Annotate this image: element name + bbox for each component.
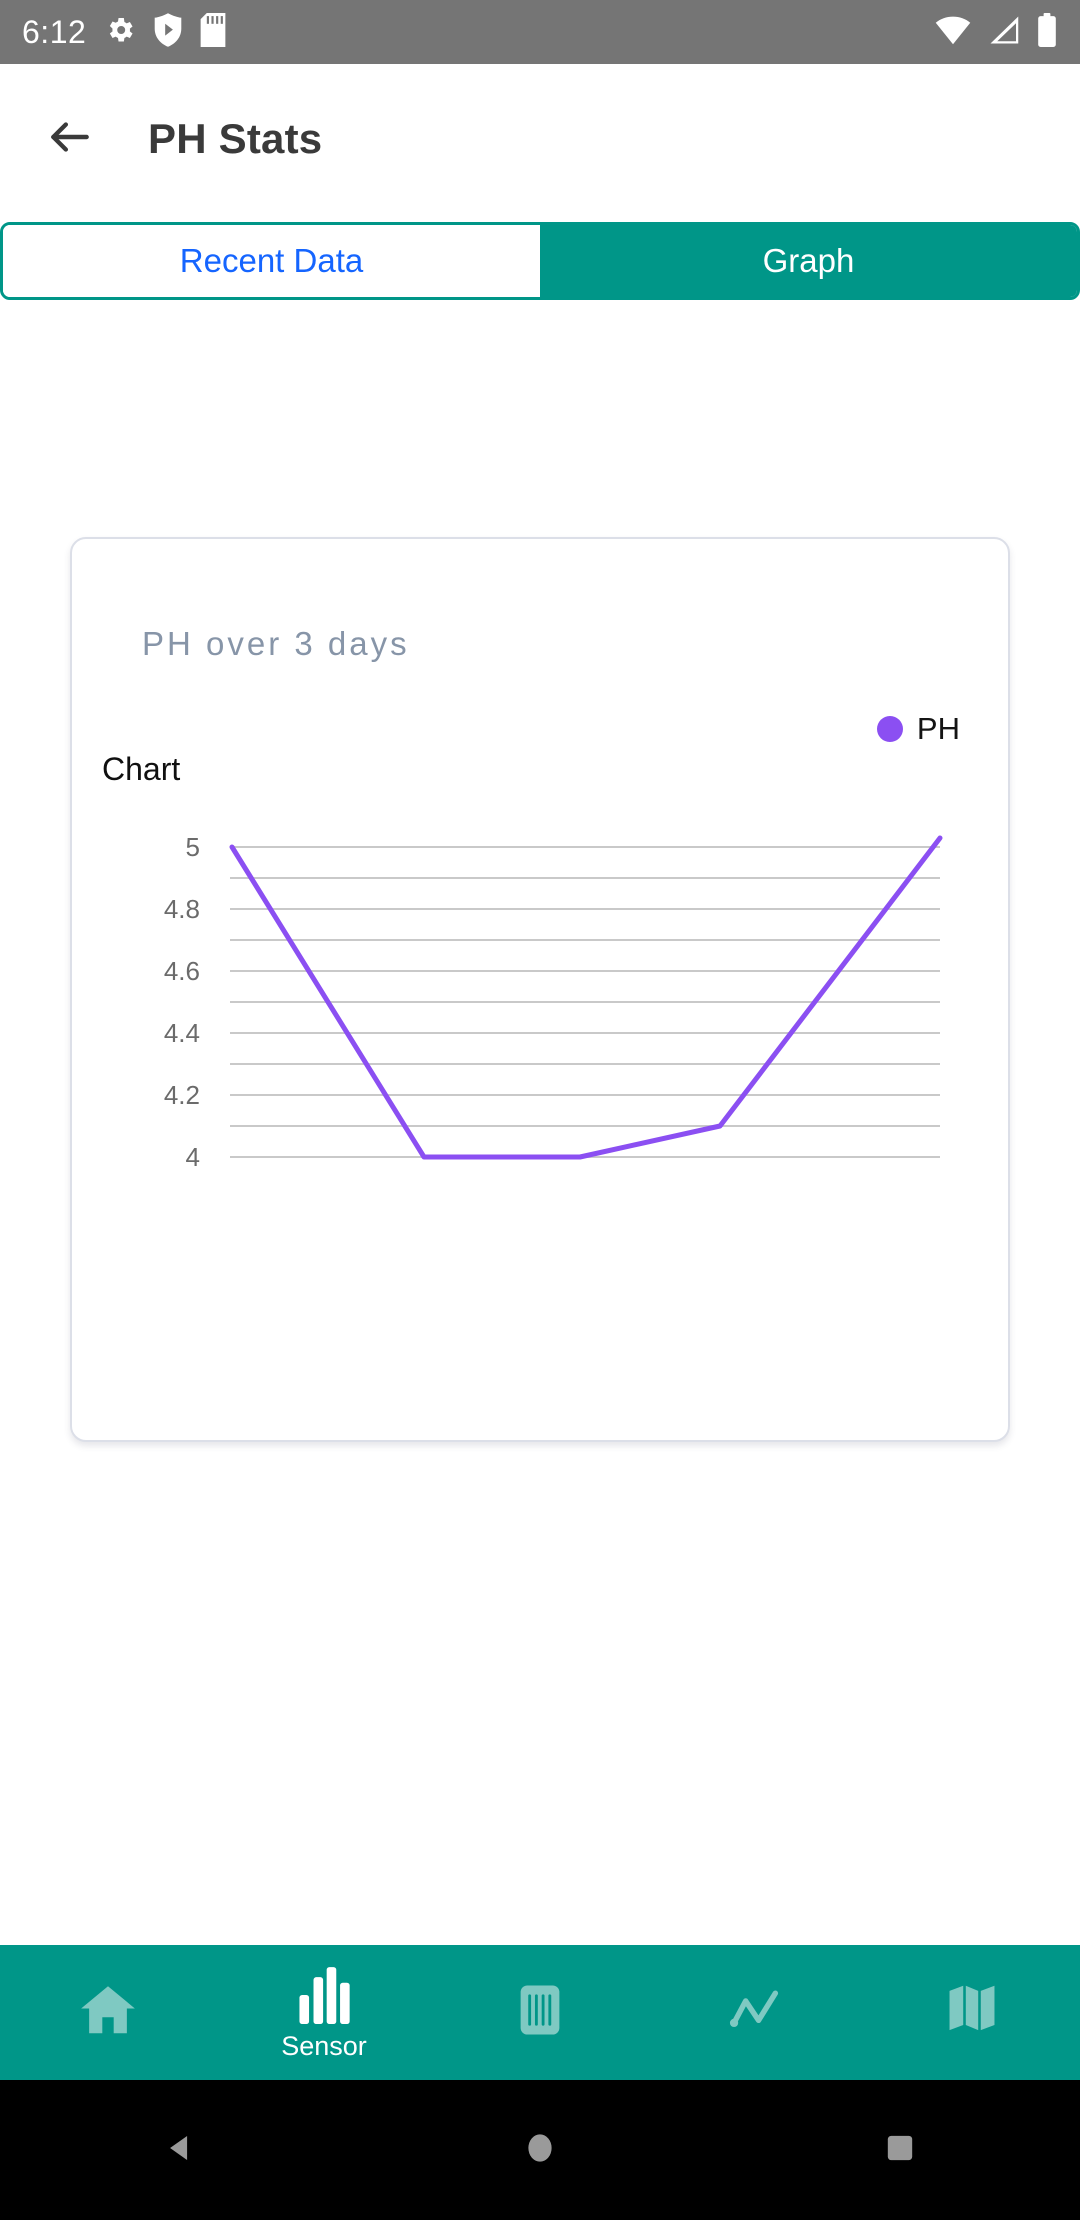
nav-item-trends[interactable] (648, 1945, 864, 2080)
home-icon (77, 1979, 139, 2046)
settings-gear-icon (104, 14, 136, 51)
status-bar-left: 6:12 (22, 12, 226, 52)
tab-bar: Recent Data Graph (0, 222, 1080, 300)
chart-legend: PH (876, 711, 960, 747)
tab-recent-data[interactable]: Recent Data (3, 225, 540, 297)
y-axis-tick-labels: 5 4.8 4.6 4.4 4.2 4 (164, 832, 200, 1172)
nav-item-sensor-label: Sensor (281, 2030, 367, 2061)
status-bar: 6:12 (0, 0, 1080, 64)
bottom-navigation-bar: Sensor (0, 1945, 1080, 2080)
legend-swatch-ph (876, 716, 903, 742)
back-arrow-icon (45, 112, 95, 167)
back-triangle-icon (163, 2131, 197, 2170)
map-icon (941, 1979, 1003, 2046)
series-line-ph (229, 835, 943, 1160)
y-tick-label: 4.2 (164, 1080, 200, 1110)
nav-item-map[interactable] (864, 1945, 1080, 2080)
android-recents-button[interactable] (840, 2080, 960, 2220)
barcode-icon (509, 1979, 571, 2046)
y-tick-label: 4.6 (164, 956, 200, 986)
trending-line-icon (725, 1979, 787, 2046)
bar-chart-icon (297, 1966, 351, 2029)
nav-item-sensor[interactable]: Sensor (216, 1945, 432, 2080)
app-bar: PH Stats (0, 64, 1080, 214)
battery-icon (1036, 12, 1058, 52)
y-tick-label: 4.4 (164, 1018, 200, 1048)
y-tick-label: 5 (186, 832, 200, 862)
sd-card-icon (200, 12, 226, 52)
page-title: PH Stats (148, 115, 323, 162)
nav-item-home[interactable] (0, 1945, 216, 2080)
legend-label-ph: PH (916, 711, 960, 746)
line-chart-svg: 5 4.8 4.6 4.4 4.2 4 (164, 832, 943, 1172)
chart-card: PH over 3 days PH Chart 5 4.8 4.6 4.4 4.… (70, 537, 1010, 1442)
tab-graph[interactable]: Graph (540, 225, 1077, 297)
chart-gridlines (230, 846, 940, 1158)
chart-card-title: PH over 3 days (142, 625, 410, 662)
chart-plot-area: 5 4.8 4.6 4.4 4.2 4 (72, 824, 1012, 1184)
status-bar-right (934, 12, 1058, 52)
y-tick-label: 4 (186, 1142, 200, 1172)
wifi-icon (934, 15, 972, 50)
tab-graph-label: Graph (762, 242, 855, 279)
android-back-button[interactable] (120, 2080, 240, 2220)
tab-recent-data-label: Recent Data (179, 242, 364, 279)
play-shield-icon (154, 12, 182, 52)
app-screen: 6:12 PH Stats Recent Data Graph PH over … (0, 0, 1080, 2220)
home-circle-icon (523, 2131, 557, 2170)
chart-subtitle: Chart (102, 751, 181, 787)
status-bar-clock: 6:12 (22, 14, 87, 50)
back-button[interactable] (28, 97, 112, 181)
android-home-button[interactable] (480, 2080, 600, 2220)
android-navigation-bar (0, 2080, 1080, 2220)
recents-square-icon (883, 2131, 917, 2170)
nav-item-barcode[interactable] (432, 1945, 648, 2080)
y-tick-label: 4.8 (164, 894, 200, 924)
cellular-signal-icon (986, 15, 1022, 50)
